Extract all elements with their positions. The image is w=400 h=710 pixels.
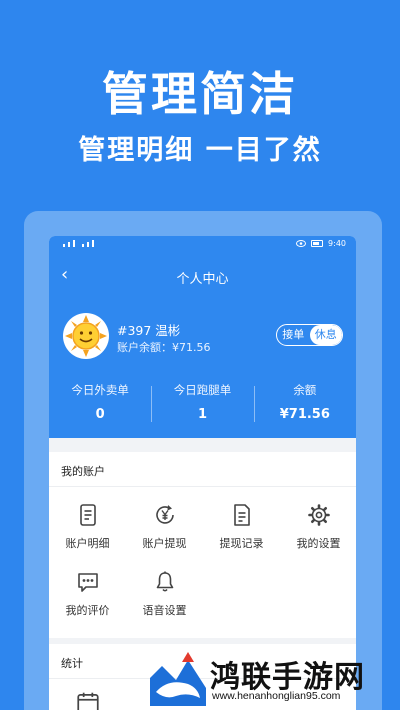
menu-label: 我的设置 [296,537,341,550]
menu-my-reviews[interactable]: 我的评价 [49,570,126,618]
menu-label: 提现记录 [219,537,264,550]
section-title: 统计 [61,657,83,670]
menu-label: 语音设置 [142,604,187,617]
promo-subline: 管理明细 一目了然 [78,135,322,166]
work-status-toggle[interactable]: 接单 休息 [276,324,343,346]
divider [49,486,356,487]
site-watermark: 鸿联手游网 www.henanhonglian95.com [148,648,400,710]
gear-icon [307,504,330,526]
menu-label: 我的评价 [65,604,110,617]
menu-my-settings[interactable]: 我的设置 [280,503,356,551]
battery-icon [311,240,324,247]
stat-label: 余额 [293,383,317,397]
watermark-url: www.henanhonglian95.com [212,690,341,702]
section-title: 我的账户 [61,465,105,478]
avatar [63,313,109,359]
nav-bar: ‹ 个人中心 [49,260,356,290]
account-card: 我的账户 账户明细 账户提现 提现记录 我的设置 我的评价 语音设置 [49,452,356,638]
stat-value: 0 [95,407,105,422]
stat-value: 1 [197,407,208,422]
watermark-logo [150,652,206,706]
calendar-icon[interactable] [75,690,101,710]
menu-voice-settings[interactable]: 语音设置 [126,570,203,618]
menu-withdraw-records[interactable]: 提现记录 [203,503,280,551]
stat-errand-orders: 今日跑腿单 1 [151,382,253,422]
chat-bubble-icon [77,573,98,592]
stat-delivery-orders: 今日外卖单 0 [49,382,151,422]
document-list-icon [233,504,250,526]
document-lines-icon [79,504,96,526]
status-time: 9:40 [328,239,346,248]
page-title: 个人中心 [176,272,229,287]
stats-row: 今日外卖单 0 今日跑腿单 1 余额 ¥71.56 [49,382,356,422]
stat-label: 今日外卖单 [71,383,129,397]
stat-label: 今日跑腿单 [173,383,232,397]
status-bar: 9:40 [49,236,356,254]
signal-icon [63,240,94,247]
user-name: #397 温彬 [117,323,181,338]
bell-icon [156,571,173,592]
toggle-option-off[interactable]: 休息 [309,325,342,345]
menu-label: 账户明细 [65,537,110,550]
stat-value: ¥71.56 [279,407,330,422]
eye-icon [296,240,307,247]
menu-label: 账户提现 [142,537,187,550]
phone-screen: 9:40 ‹ 个人中心 #397 温彬 账户余额：¥71.56 接单 休息 今日… [49,236,356,710]
menu-account-details[interactable]: 账户明细 [49,503,126,551]
user-balance: 账户余额：¥71.56 [117,341,211,354]
menu-account-withdraw[interactable]: 账户提现 [126,503,203,551]
yen-refresh-icon [155,505,174,524]
promo-headline: 管理简洁 [102,67,298,121]
stat-balance: 余额 ¥71.56 [253,382,356,422]
toggle-option-on[interactable]: 接单 [277,325,310,345]
